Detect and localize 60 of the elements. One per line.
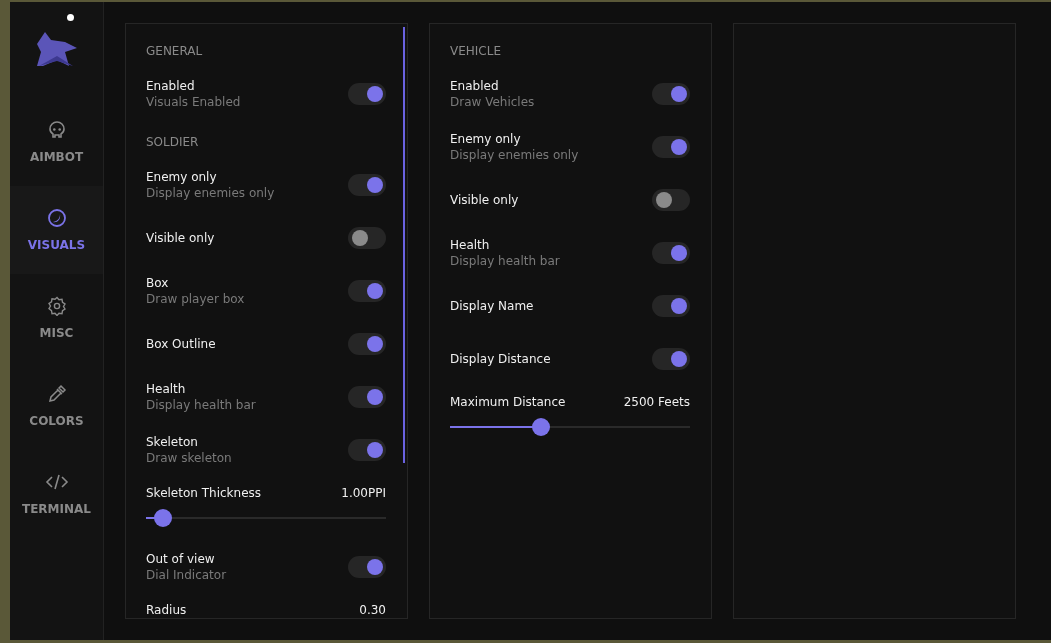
setting-description: Dial Indicator <box>146 567 227 583</box>
setting-description: Display enemies only <box>146 185 275 201</box>
slider-thumb[interactable] <box>153 509 172 527</box>
nav-tab[interactable]: VISUALS <box>10 186 103 274</box>
slider-value: 1.00PPI <box>341 485 386 501</box>
toggle-switch[interactable] <box>348 556 386 578</box>
setting-label: Visible only <box>146 230 215 246</box>
setting-label: Radius <box>146 602 187 618</box>
setting-description: Display health bar <box>146 397 256 413</box>
slider-thumb[interactable] <box>532 418 551 436</box>
setting-description: Display enemies only <box>450 147 579 163</box>
setting-label: Display Distance <box>450 351 551 367</box>
nav-tab[interactable]: TERMINAL <box>10 450 103 538</box>
setting-description: Draw player box <box>146 291 245 307</box>
code-icon <box>44 472 69 492</box>
toggle-switch[interactable] <box>348 83 386 105</box>
status-dot <box>67 14 74 21</box>
slider-value: 0.30 <box>359 602 386 618</box>
toggle-switch[interactable] <box>348 439 386 461</box>
toggle-switch[interactable] <box>652 242 690 264</box>
toggle-switch[interactable] <box>348 280 386 302</box>
setting-description: Draw Vehicles <box>450 94 535 110</box>
section-heading: SOLDIER <box>146 134 200 151</box>
nav-tab[interactable]: COLORS <box>10 362 103 450</box>
setting-label: Enemy only <box>146 169 218 185</box>
setting-description: Visuals Enabled <box>146 94 241 110</box>
toggle-switch[interactable] <box>652 189 690 211</box>
setting-label: Skeleton Thickness <box>146 485 261 501</box>
skull-icon <box>46 120 67 140</box>
nav-tab[interactable]: MISC <box>10 274 103 362</box>
setting-label: Display Name <box>450 298 534 314</box>
setting-description: Draw skeleton <box>146 450 232 466</box>
setting-label: Skeleton <box>146 434 199 450</box>
toggle-switch[interactable] <box>348 227 386 249</box>
slider-value: 2500 Feets <box>623 394 690 410</box>
setting-label: Health <box>146 381 187 397</box>
setting-label: Maximum Distance <box>450 394 566 410</box>
toggle-switch[interactable] <box>652 83 690 105</box>
setting-label: Out of view <box>146 551 216 567</box>
section-heading: GENERAL <box>146 43 204 60</box>
setting-label: Box Outline <box>146 336 216 352</box>
setting-label: Enemy only <box>450 131 522 147</box>
scrollbar[interactable] <box>403 27 405 463</box>
toggle-switch[interactable] <box>652 295 690 317</box>
setting-description: Display health bar <box>450 253 560 269</box>
setting-label: Visible only <box>450 192 519 208</box>
nav-tab[interactable]: AIMBOT <box>10 98 103 186</box>
setting-label: Enabled <box>146 78 196 94</box>
eyedropper-icon <box>46 384 67 404</box>
setting-label: Box <box>146 275 170 291</box>
toggle-switch[interactable] <box>348 174 386 196</box>
setting-label: Enabled <box>450 78 500 94</box>
moon-icon <box>46 208 67 228</box>
toggle-switch[interactable] <box>348 386 386 408</box>
toggle-switch[interactable] <box>652 348 690 370</box>
toggle-switch[interactable] <box>652 136 690 158</box>
setting-label: Health <box>450 237 491 253</box>
settings-icon <box>46 296 67 316</box>
toggle-switch[interactable] <box>348 333 386 355</box>
section-heading: VEHICLE <box>450 43 502 60</box>
